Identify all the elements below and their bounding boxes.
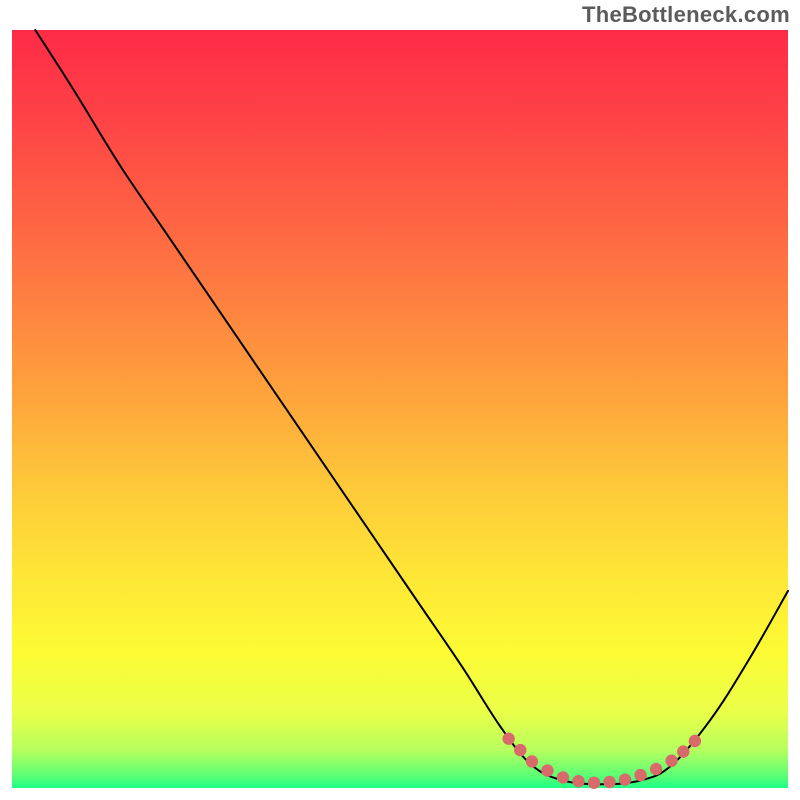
plot-background [12, 30, 788, 788]
marker-dot [650, 763, 662, 775]
marker-dot [541, 764, 553, 776]
marker-dot [557, 771, 569, 783]
marker-dot [689, 735, 701, 747]
marker-dot [603, 776, 615, 788]
marker-dot [619, 773, 631, 785]
chart-svg [0, 0, 800, 800]
marker-dot [572, 775, 584, 787]
marker-dot [526, 755, 538, 767]
marker-dot [677, 745, 689, 757]
marker-dot [634, 769, 646, 781]
marker-dot [665, 755, 677, 767]
chart-container: TheBottleneck.com [0, 0, 800, 800]
watermark-text: TheBottleneck.com [582, 2, 790, 28]
marker-dot [588, 776, 600, 788]
marker-dot [514, 744, 526, 756]
marker-dot [502, 733, 514, 745]
